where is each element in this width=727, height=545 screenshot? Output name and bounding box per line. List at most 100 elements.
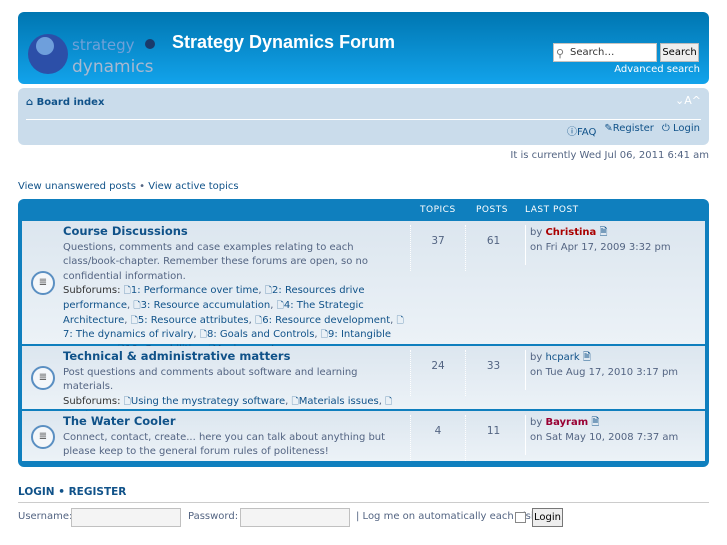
faq-link[interactable]: ⓘFAQ (567, 123, 596, 138)
subforum-link[interactable]: 🗋Materials issues (292, 396, 379, 407)
login-button[interactable]: Login (532, 508, 563, 527)
view-latest-post-icon[interactable]: 🗎 (600, 227, 608, 238)
header-last-post: LAST POST (525, 205, 579, 215)
login-label: Login (673, 123, 700, 134)
subforum-link[interactable]: 🗋6: Resource development (255, 315, 390, 326)
board-index-label: Board index (36, 97, 105, 108)
last-post-author[interactable]: hcpark (545, 352, 579, 363)
last-post-date: on Tue Aug 17, 2010 3:17 pm (530, 367, 679, 378)
forum-title-link[interactable]: The Water Cooler (63, 414, 176, 428)
forum-description: Connect, contact, create... here you can… (63, 431, 386, 458)
search-input[interactable]: ⚲ Search… (553, 43, 657, 62)
site-header: strategy dynamics Strategy Dynamics Foru… (18, 12, 709, 84)
separator: • (54, 486, 69, 498)
forum-row: ≣ Technical & administrative matters Pos… (22, 346, 705, 421)
forum-description: Questions, comments and case examples re… (63, 241, 368, 282)
document-icon: 🗋 (320, 330, 329, 341)
login-heading-link[interactable]: LOGIN (18, 486, 55, 498)
forum-title-link[interactable]: Course Discussions (63, 224, 188, 238)
last-post-date: on Sat May 10, 2008 7:37 am (530, 432, 679, 443)
autologin-checkbox[interactable] (515, 512, 526, 523)
navbar: ⌂ Board index ⌄A^ ⓘFAQ ✎Register ⏻ Login (18, 88, 709, 145)
document-icon: 🗋 (276, 300, 284, 311)
by-label: by (530, 352, 543, 363)
topics-count: 4 (410, 415, 465, 461)
subforum-label: 5: Resource attributes (137, 314, 249, 326)
font-size-toggle[interactable]: ⌄A^ (675, 94, 701, 107)
search-icon: ⚲ (556, 47, 565, 60)
divider (26, 119, 701, 120)
unanswered-link[interactable]: View unanswered posts (18, 181, 136, 192)
advanced-search-link[interactable]: Advanced search (614, 64, 700, 75)
last-post: by Christina 🗎 on Fri Apr 17, 2009 3:32 p… (525, 225, 671, 265)
search-placeholder: Search… (570, 47, 615, 58)
posts-count: 61 (465, 225, 521, 271)
posts-count: 11 (465, 415, 521, 461)
password-label: Password: (188, 511, 239, 522)
subforum-label: 1: Performance over time (130, 285, 259, 297)
login-link[interactable]: ⏻ Login (662, 123, 700, 138)
subforum-link[interactable]: 🗋3: Resource accumulation (133, 300, 270, 311)
password-input[interactable] (240, 508, 350, 527)
header-topics: TOPICS (420, 205, 456, 215)
last-post: by hcpark 🗎 on Tue Aug 17, 2010 3:17 pm (525, 350, 678, 390)
register-heading-link[interactable]: REGISTER (69, 486, 127, 498)
by-label: by (530, 227, 543, 238)
subforum-link[interactable]: 🗋1: Performance over time (124, 285, 259, 296)
login-heading: LOGIN • REGISTER (18, 486, 126, 498)
topics-count: 37 (410, 225, 465, 271)
document-icon: 🗋 (199, 330, 207, 341)
last-post: by Bayram 🗎 on Sat May 10, 2008 7:37 am (525, 415, 678, 455)
forum-read-icon: ≣ (31, 271, 55, 295)
quick-links: View unanswered posts • View active topi… (18, 181, 239, 192)
subforum-label: 3: Resource accumulation (140, 299, 271, 311)
document-icon: 🗋 (133, 300, 141, 311)
help-icon: ⓘ (566, 127, 577, 138)
forum-row: ≣ The Water Cooler Connect, contact, cre… (22, 411, 705, 462)
last-post-author[interactable]: Bayram (545, 417, 588, 428)
posts-count: 33 (465, 350, 521, 396)
subforums-label: Subforums: (63, 285, 121, 297)
subforum-label: 7: The dynamics of rivalry (63, 329, 194, 341)
view-latest-post-icon[interactable]: 🗎 (591, 417, 599, 428)
view-latest-post-icon[interactable]: 🗎 (583, 352, 591, 363)
username-label: Username: (18, 511, 73, 522)
site-title: Strategy Dynamics Forum (172, 32, 396, 52)
document-icon: 🗋 (291, 396, 299, 407)
subforum-label: 6: Resource development (262, 314, 391, 326)
forum-read-icon: ≣ (31, 366, 55, 390)
svg-text:strategy: strategy (72, 36, 135, 54)
by-label: by (530, 417, 543, 428)
document-icon: 🗋 (385, 396, 393, 407)
search-button[interactable]: Search (660, 43, 699, 62)
subforums-label: Subforums: (63, 395, 121, 407)
subforum-link[interactable]: 🗋8: Goals and Controls (200, 329, 315, 340)
register-link[interactable]: ✎Register (604, 123, 654, 138)
site-logo[interactable]: strategy dynamics (28, 24, 158, 79)
current-time: It is currently Wed Jul 06, 2011 6:41 am (510, 150, 709, 161)
nav-links: ⓘFAQ ✎Register ⏻ Login (567, 123, 700, 138)
subforum-label: Using the mystrategy software (130, 395, 286, 407)
username-input[interactable] (71, 508, 181, 527)
document-icon: 🗋 (123, 396, 131, 407)
faq-label: FAQ (576, 127, 597, 138)
document-icon: 🗋 (130, 315, 138, 326)
register-label: Register (612, 123, 654, 134)
autologin-label: | Log me on automatically each visit (356, 511, 538, 522)
last-post-author[interactable]: Christina (545, 227, 596, 238)
power-icon: ⏻ (661, 123, 670, 134)
forum-row: ≣ Course Discussions Questions, comments… (22, 221, 705, 355)
active-topics-link[interactable]: View active topics (148, 181, 238, 192)
forum-title-link[interactable]: Technical & administrative matters (63, 349, 290, 363)
subforum-label: 8: Goals and Controls (207, 329, 315, 341)
subforum-link[interactable]: 🗋Using the mystrategy software (124, 396, 286, 407)
last-post-date: on Fri Apr 17, 2009 3:32 pm (530, 242, 671, 253)
forum-read-icon: ≣ (31, 424, 55, 449)
subforum-link[interactable]: 🗋5: Resource attributes (131, 315, 249, 326)
document-icon: 🗋 (396, 315, 404, 326)
separator: • (135, 181, 149, 192)
board-index-link[interactable]: ⌂ Board index (26, 97, 104, 108)
register-icon: ✎ (604, 123, 613, 134)
subforum-label: Materials issues (298, 395, 379, 407)
home-icon: ⌂ (26, 97, 34, 108)
